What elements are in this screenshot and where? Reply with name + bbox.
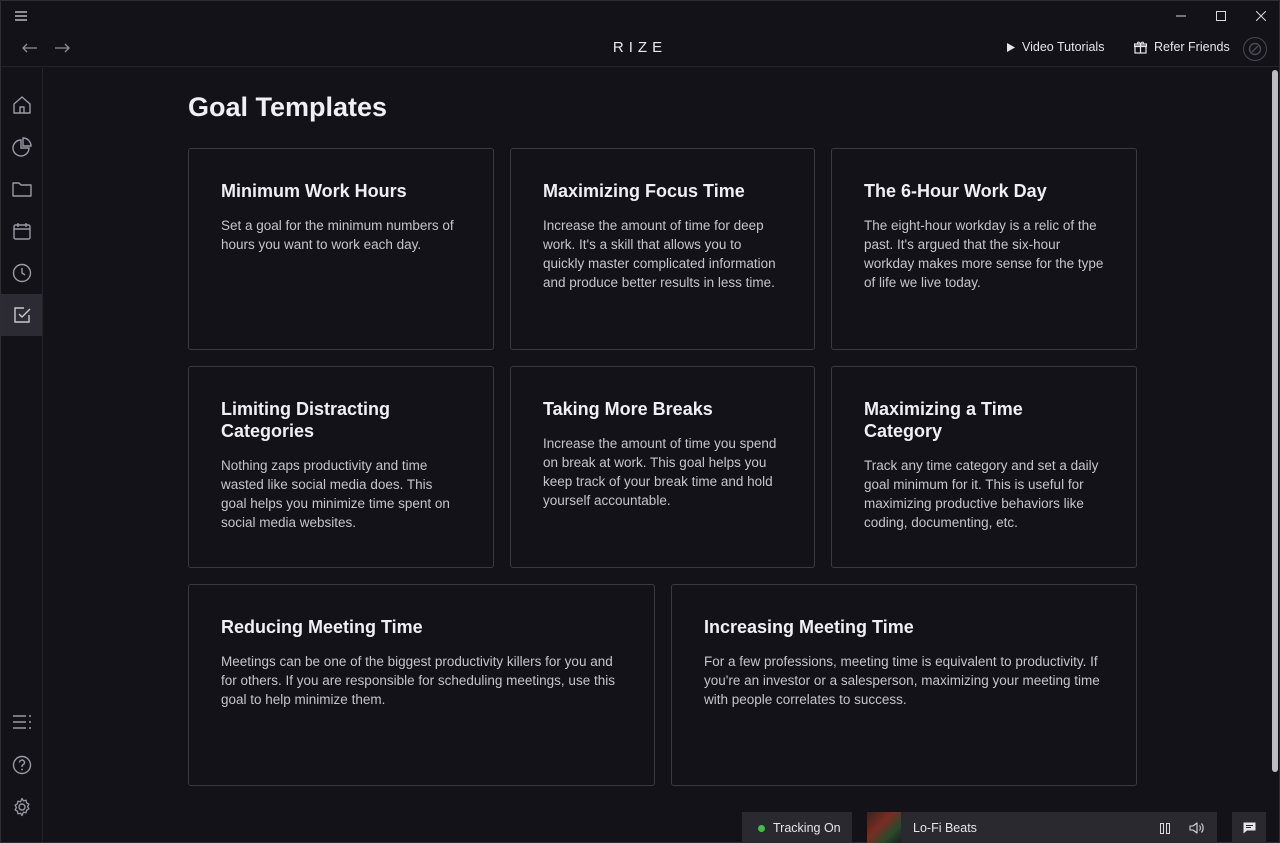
sidebar-item-analytics[interactable]: [1, 126, 42, 168]
back-arrow-icon[interactable]: [17, 35, 43, 61]
sidebar-item-settings[interactable]: [1, 786, 42, 828]
pause-button[interactable]: [1152, 812, 1178, 843]
card-title: The 6-Hour Work Day: [864, 181, 1047, 201]
pie-chart-icon: [11, 137, 32, 157]
volume-button[interactable]: [1183, 812, 1209, 843]
goal-template-card[interactable]: Reducing Meeting Time Meetings can be on…: [188, 584, 655, 786]
avatar[interactable]: [1243, 37, 1267, 61]
refer-friends-label: Refer Friends: [1154, 40, 1230, 54]
card-title: Maximizing Focus Time: [543, 181, 745, 201]
card-description: Nothing zaps productivity and time waste…: [221, 458, 450, 530]
gift-icon: [1134, 41, 1147, 54]
card-description: Track any time category and set a daily …: [864, 458, 1099, 530]
status-dot-icon: [758, 824, 765, 832]
goal-template-card[interactable]: Increasing Meeting Time For a few profes…: [671, 584, 1137, 786]
play-icon: [1007, 42, 1015, 52]
goal-template-card[interactable]: Maximizing a Time Category Track any tim…: [831, 366, 1137, 568]
tracking-label: Tracking On: [773, 821, 841, 835]
tracking-status-button[interactable]: Tracking On: [742, 812, 852, 843]
goal-template-card[interactable]: Maximizing Focus Time Increase the amoun…: [510, 148, 815, 350]
card-description: Meetings can be one of the biggest produ…: [221, 654, 615, 707]
sidebar: [1, 68, 43, 843]
check-square-icon: [13, 307, 30, 323]
album-art: [867, 812, 901, 843]
sidebar-item-list[interactable]: [1, 701, 42, 743]
music-player: Lo-Fi Beats: [867, 812, 1217, 843]
goal-template-card[interactable]: The 6-Hour Work Day The eight-hour workd…: [831, 148, 1137, 350]
refer-friends-link[interactable]: Refer Friends: [1134, 40, 1230, 54]
sidebar-item-home[interactable]: [1, 84, 42, 126]
card-title: Limiting Distracting Categories: [221, 399, 391, 441]
video-tutorials-link[interactable]: Video Tutorials: [1007, 40, 1104, 54]
help-icon: [12, 755, 31, 775]
card-description: Increase the amount of time for deep wor…: [543, 218, 776, 290]
main-content: Goal Templates Minimum Work Hours Set a …: [44, 68, 1270, 843]
volume-icon: [1188, 822, 1204, 834]
chat-button[interactable]: [1232, 812, 1266, 843]
card-description: Set a goal for the minimum numbers of ho…: [221, 218, 454, 252]
goal-template-card[interactable]: Taking More Breaks Increase the amount o…: [510, 366, 815, 568]
card-title: Taking More Breaks: [543, 399, 713, 419]
goal-template-card[interactable]: Minimum Work Hours Set a goal for the mi…: [188, 148, 494, 350]
folder-icon: [11, 182, 32, 197]
chat-icon: [1243, 822, 1255, 834]
goal-template-card[interactable]: Limiting Distracting Categories Nothing …: [188, 366, 494, 568]
scrollbar-thumb[interactable]: [1272, 70, 1278, 772]
sidebar-item-goals[interactable]: [1, 294, 42, 336]
video-tutorials-label: Video Tutorials: [1022, 40, 1105, 54]
sidebar-item-projects[interactable]: [1, 168, 42, 210]
card-description: For a few professions, meeting time is e…: [704, 654, 1100, 707]
forward-arrow-icon[interactable]: [49, 35, 75, 61]
nav-bar: RIZE Video Tutorials Refer Friends: [1, 31, 1279, 67]
card-title: Increasing Meeting Time: [704, 617, 914, 637]
player-title: Lo-Fi Beats: [913, 821, 977, 835]
card-title: Minimum Work Hours: [221, 181, 407, 201]
home-icon: [12, 96, 31, 114]
card-title: Reducing Meeting Time: [221, 617, 423, 637]
maximize-button[interactable]: [1201, 1, 1241, 31]
clock-icon: [12, 263, 31, 283]
scrollbar[interactable]: [1271, 68, 1279, 774]
sidebar-item-calendar[interactable]: [1, 210, 42, 252]
card-description: Increase the amount of time you spend on…: [543, 436, 777, 508]
app-window: RIZE Video Tutorials Refer Friends Goal …: [0, 0, 1280, 843]
sidebar-item-help[interactable]: [1, 744, 42, 786]
close-button[interactable]: [1241, 1, 1280, 31]
sidebar-item-history[interactable]: [1, 252, 42, 294]
list-icon: [12, 715, 31, 729]
hamburger-menu-icon[interactable]: [1, 1, 41, 31]
card-description: The eight-hour workday is a relic of the…: [864, 218, 1104, 290]
card-title: Maximizing a Time Category: [864, 399, 1023, 441]
pause-icon: [1160, 822, 1170, 834]
settings-icon: [13, 797, 30, 817]
minimize-button[interactable]: [1161, 1, 1201, 31]
calendar-icon: [12, 223, 31, 240]
title-bar: [1, 1, 1279, 31]
page-title: Goal Templates: [188, 92, 388, 122]
